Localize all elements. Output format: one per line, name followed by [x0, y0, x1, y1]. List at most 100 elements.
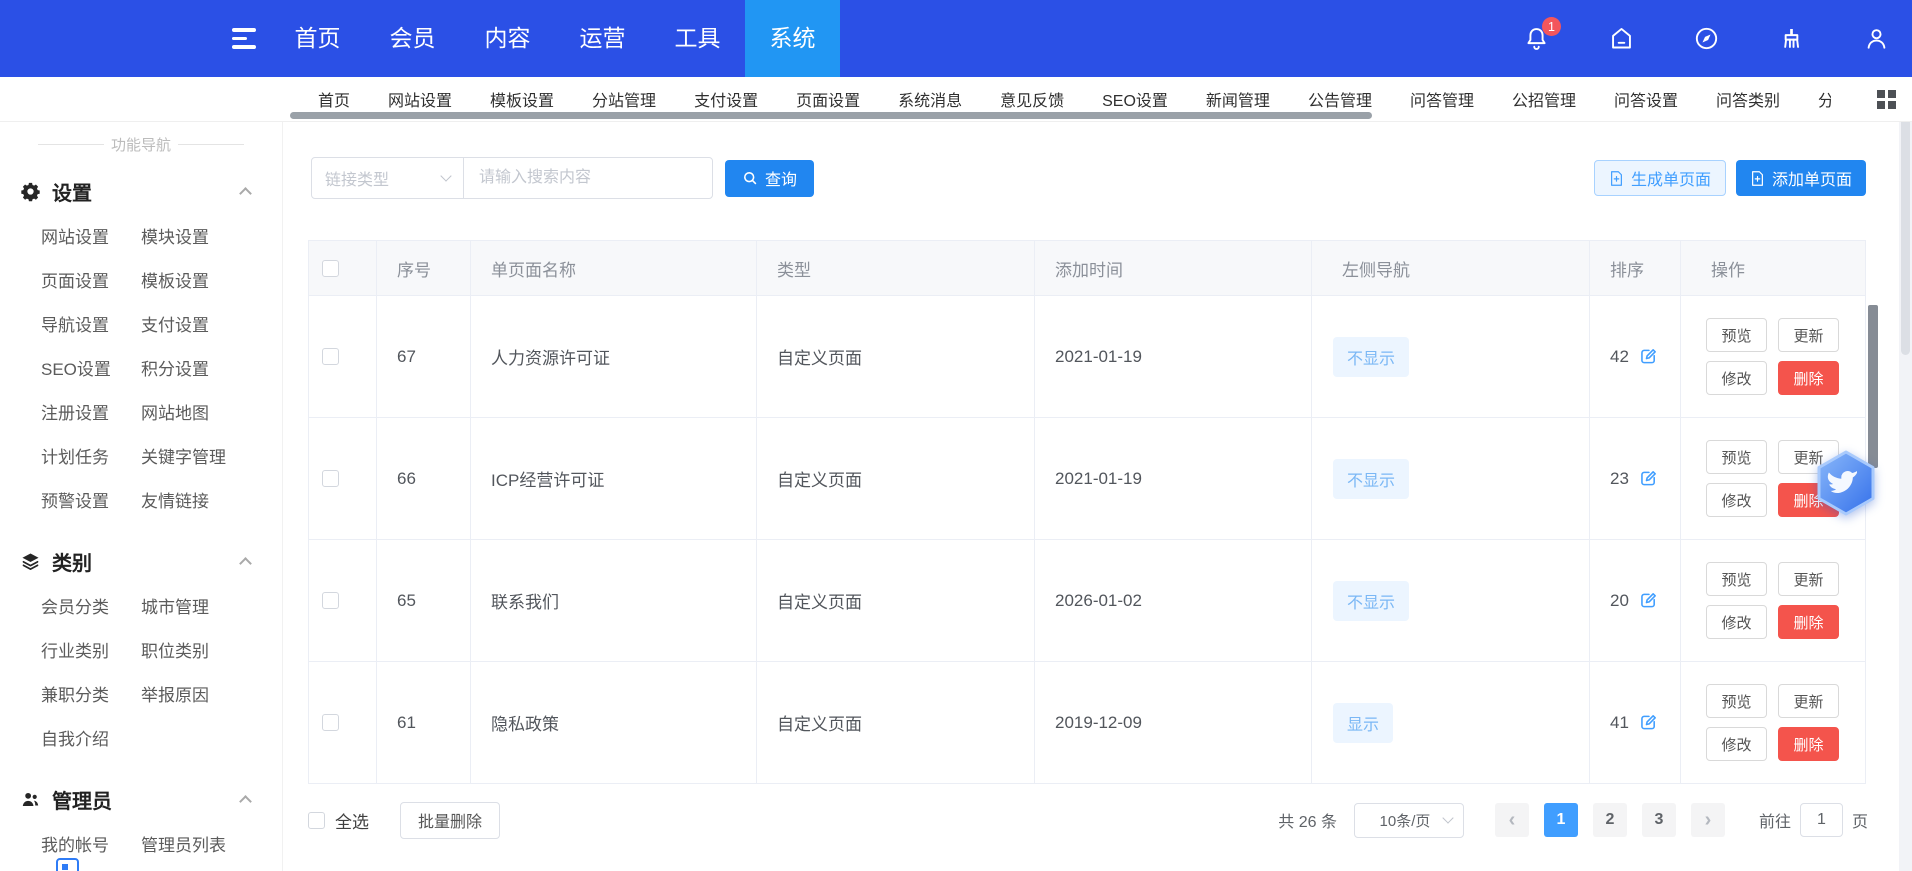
- bell-icon[interactable]: 1: [1523, 25, 1550, 52]
- search-input[interactable]: [464, 158, 712, 198]
- tab-item[interactable]: 分站管理: [592, 87, 656, 111]
- edit-button[interactable]: 修改: [1706, 727, 1767, 761]
- tab-item-truncated[interactable]: 分: [1818, 87, 1831, 111]
- tab-item[interactable]: 首页: [318, 87, 350, 111]
- sort-edit-icon[interactable]: [1638, 590, 1659, 611]
- sidebar-item[interactable]: 举报原因: [141, 671, 282, 715]
- sidebar-item[interactable]: 积分设置: [141, 345, 282, 389]
- cell-date: 2026-01-02: [1035, 540, 1312, 661]
- table-body: 67 人力资源许可证 自定义页面 2021-01-19 不显示 42 预览 更新…: [308, 296, 1866, 784]
- sidebar-item[interactable]: 行业类别: [41, 627, 141, 671]
- tab-item[interactable]: 网站设置: [388, 87, 452, 111]
- update-button[interactable]: 更新: [1778, 684, 1839, 718]
- tab-item[interactable]: 公告管理: [1308, 87, 1372, 111]
- sidebar-item[interactable]: 预警设置: [41, 477, 141, 521]
- pagination-page-button[interactable]: 2: [1593, 803, 1627, 837]
- preview-button[interactable]: 预览: [1706, 562, 1767, 596]
- tab-item[interactable]: 新闻管理: [1206, 87, 1270, 111]
- header-checkbox[interactable]: [322, 260, 339, 277]
- sidebar-item[interactable]: 自我介绍: [41, 715, 141, 759]
- add-page-button[interactable]: 添加单页面: [1736, 160, 1866, 196]
- edit-button[interactable]: 修改: [1706, 483, 1767, 517]
- nav-item[interactable]: 运营: [555, 0, 650, 77]
- delete-button[interactable]: 删除: [1778, 727, 1839, 761]
- update-button[interactable]: 更新: [1778, 318, 1839, 352]
- hamburger-menu-icon[interactable]: [232, 28, 258, 49]
- tab-item[interactable]: 问答类别: [1716, 87, 1780, 111]
- preview-button[interactable]: 预览: [1706, 440, 1767, 474]
- tabs-scrollbar-thumb[interactable]: [290, 112, 1372, 119]
- page-scrollbar[interactable]: [1899, 77, 1912, 871]
- tab-item[interactable]: 支付设置: [694, 87, 758, 111]
- row-checkbox[interactable]: [322, 348, 339, 365]
- batch-delete-button[interactable]: 批量删除: [400, 802, 500, 839]
- preview-button[interactable]: 预览: [1706, 318, 1767, 352]
- goto-page-input[interactable]: [1800, 803, 1843, 837]
- sidebar-item[interactable]: 网站设置: [41, 213, 141, 257]
- row-checkbox[interactable]: [322, 470, 339, 487]
- grid-menu-icon[interactable]: [1877, 90, 1896, 109]
- delete-button[interactable]: 删除: [1778, 605, 1839, 639]
- sidebar-section-header[interactable]: 设置: [20, 175, 282, 207]
- sidebar-item[interactable]: 页面设置: [41, 257, 141, 301]
- delete-button[interactable]: 删除: [1778, 361, 1839, 395]
- preview-button[interactable]: 预览: [1706, 684, 1767, 718]
- row-checkbox[interactable]: [322, 592, 339, 609]
- tab-item[interactable]: SEO设置: [1102, 87, 1168, 111]
- nav-item[interactable]: 内容: [460, 0, 555, 77]
- sidebar-item[interactable]: 职位类别: [141, 627, 282, 671]
- generate-page-button[interactable]: 生成单页面: [1594, 160, 1726, 196]
- link-type-select[interactable]: 链接类型: [312, 158, 464, 198]
- sidebar-item[interactable]: 注册设置: [41, 389, 141, 433]
- sidebar-item[interactable]: SEO设置: [41, 345, 141, 389]
- nav-item[interactable]: 会员: [365, 0, 460, 77]
- sidebar-item[interactable]: 计划任务: [41, 433, 141, 477]
- edit-button[interactable]: 修改: [1706, 605, 1767, 639]
- sidebar-section-header[interactable]: 类别: [20, 545, 282, 577]
- pagination-prev-button[interactable]: ‹: [1495, 803, 1529, 837]
- thunder-bird-widget[interactable]: [1813, 449, 1879, 517]
- sidebar-section-header[interactable]: 管理员: [20, 783, 282, 815]
- sort-edit-icon[interactable]: [1638, 712, 1659, 733]
- broom-icon[interactable]: [1778, 25, 1805, 52]
- tab-item[interactable]: 页面设置: [796, 87, 860, 111]
- sidebar-item[interactable]: 模块设置: [141, 213, 282, 257]
- tab-item[interactable]: 模板设置: [490, 87, 554, 111]
- nav-item[interactable]: 工具: [650, 0, 745, 77]
- home-icon[interactable]: [1608, 25, 1635, 52]
- edit-button[interactable]: 修改: [1706, 361, 1767, 395]
- page-size-select[interactable]: 10条/页: [1354, 803, 1464, 838]
- nav-item[interactable]: 首页: [270, 0, 365, 77]
- sidebar-item[interactable]: 支付设置: [141, 301, 282, 345]
- sidebar-item[interactable]: 兼职分类: [41, 671, 141, 715]
- sidebar-item[interactable]: 网站地图: [141, 389, 282, 433]
- tab-item[interactable]: 问答设置: [1614, 87, 1678, 111]
- user-icon[interactable]: [1863, 25, 1890, 52]
- pagination-page-button[interactable]: 3: [1642, 803, 1676, 837]
- sidebar-item[interactable]: 导航设置: [41, 301, 141, 345]
- tab-item[interactable]: 问答管理: [1410, 87, 1474, 111]
- sort-edit-icon[interactable]: [1638, 468, 1659, 489]
- select-all-label: 全选: [335, 808, 369, 833]
- sidebar-item[interactable]: 会员分类: [41, 583, 141, 627]
- tab-item[interactable]: 意见反馈: [1000, 87, 1064, 111]
- tab-item[interactable]: 公招管理: [1512, 87, 1576, 111]
- search-button[interactable]: 查询: [725, 160, 814, 197]
- layers-icon: [20, 551, 41, 572]
- pagination-next-button[interactable]: ›: [1691, 803, 1725, 837]
- row-checkbox[interactable]: [322, 714, 339, 731]
- sidebar-item[interactable]: 城市管理: [141, 583, 282, 627]
- pagination-page-button[interactable]: 1: [1544, 803, 1578, 837]
- select-all-checkbox[interactable]: [308, 812, 325, 829]
- tab-item[interactable]: 系统消息: [898, 87, 962, 111]
- sort-edit-icon[interactable]: [1638, 346, 1659, 367]
- sidebar-item[interactable]: 友情链接: [141, 477, 282, 521]
- update-button[interactable]: 更新: [1778, 562, 1839, 596]
- nav-item[interactable]: 系统: [745, 0, 840, 77]
- sidebar-item[interactable]: 模板设置: [141, 257, 282, 301]
- table-scrollbar-thumb[interactable]: [1868, 305, 1878, 468]
- sidebar-item[interactable]: 关键字管理: [141, 433, 282, 477]
- compass-icon[interactable]: [1693, 25, 1720, 52]
- sidebar-item[interactable]: 管理员类型: [141, 865, 282, 871]
- sidebar-item[interactable]: 管理员列表: [141, 821, 282, 865]
